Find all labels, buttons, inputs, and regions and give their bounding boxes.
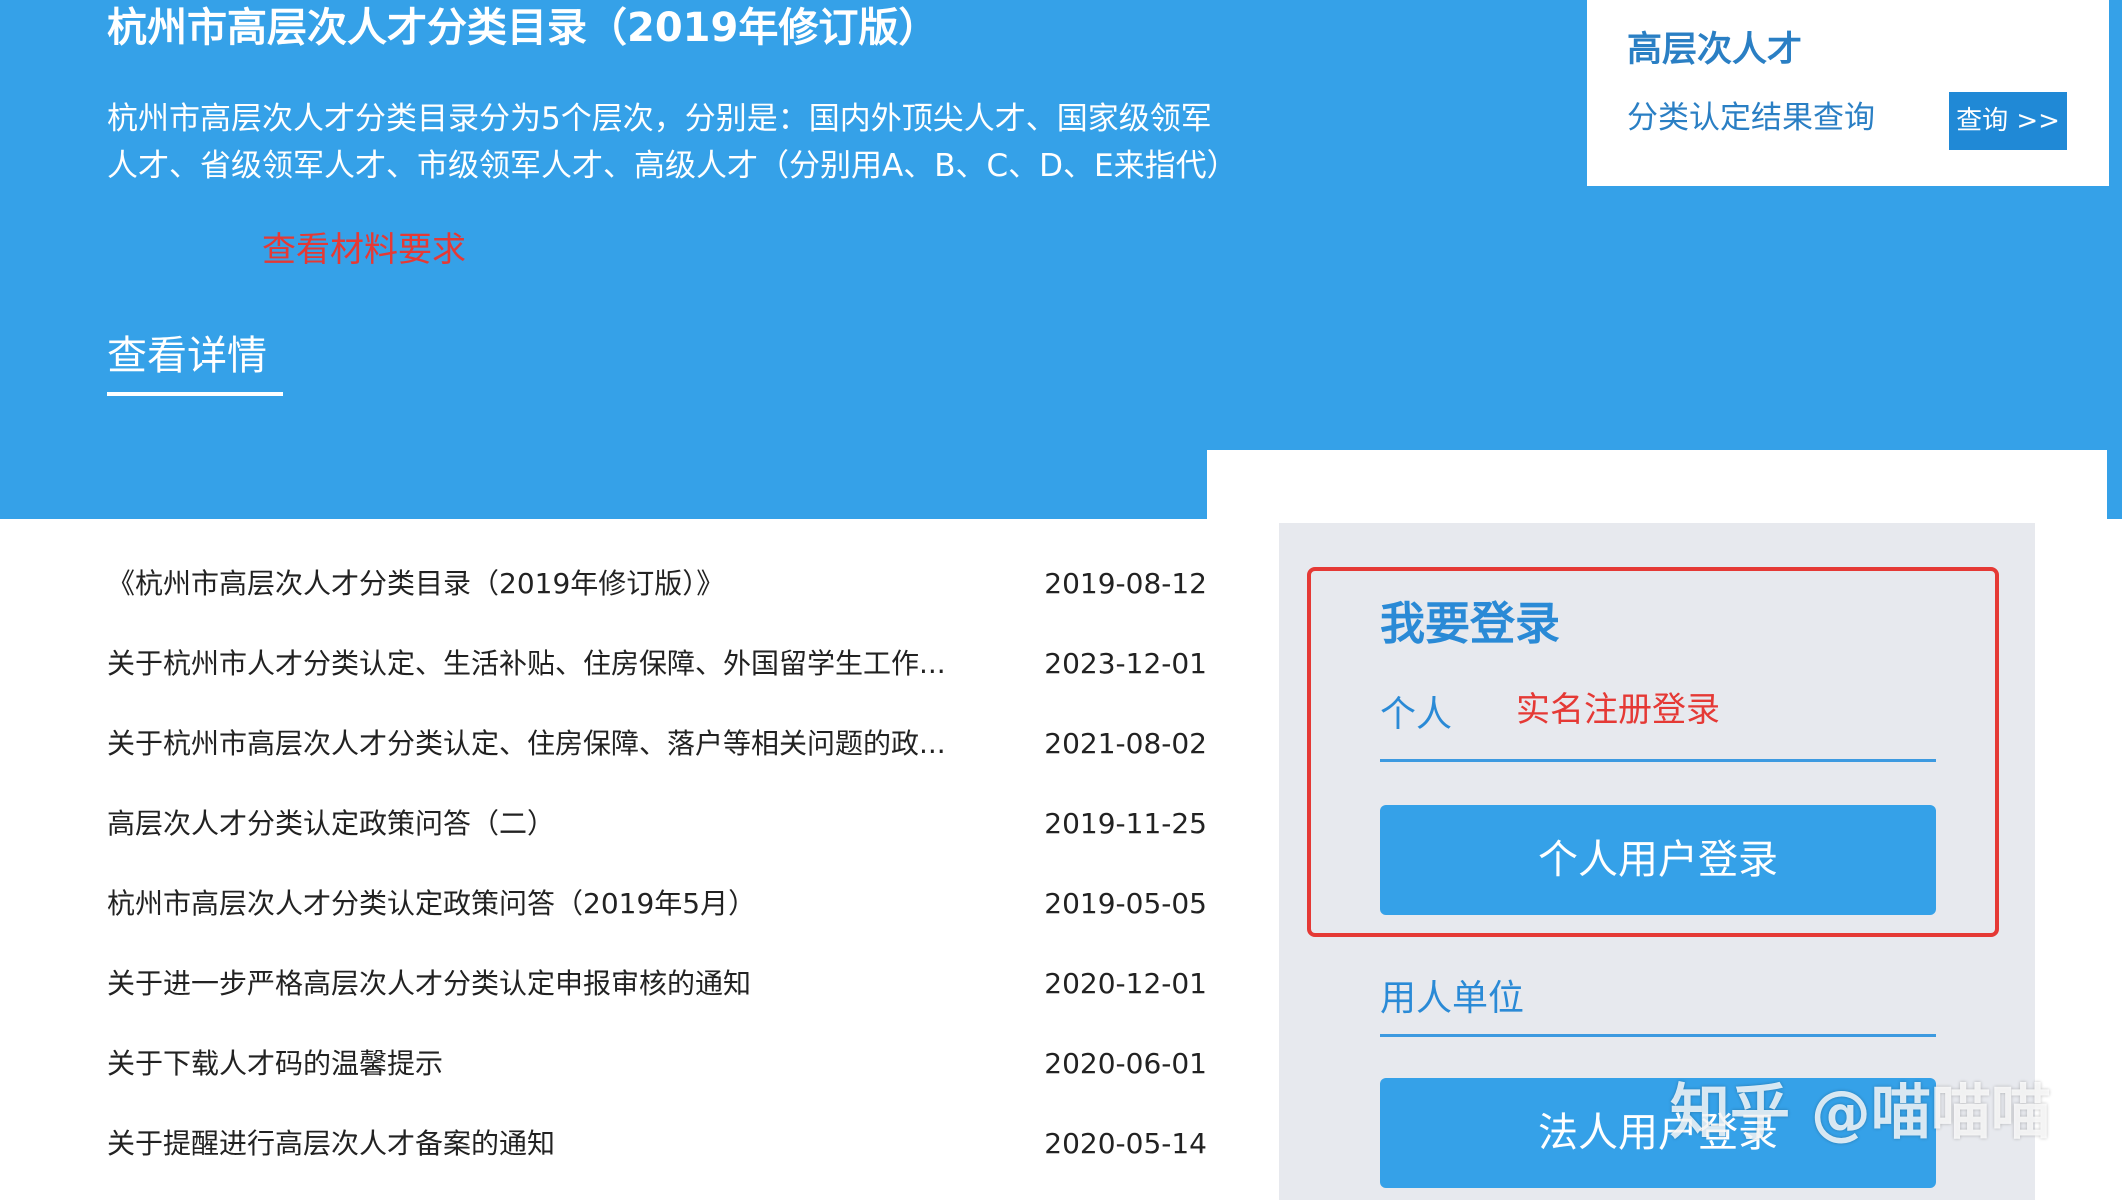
news-date: 2020-06-01	[1044, 1047, 1207, 1080]
news-date: 2021-08-02	[1044, 727, 1207, 760]
view-details-link[interactable]: 查看详情	[107, 328, 283, 396]
news-title[interactable]: 关于提醒进行高层次人才备案的通知	[107, 1112, 957, 1176]
tab-personal[interactable]: 个人	[1380, 690, 1452, 740]
zhihu-watermark: 知乎 @喵喵喵	[1670, 1078, 2051, 1148]
list-item[interactable]: 高层次人才分类认定政策问答（二） 2019-11-25	[107, 792, 1207, 872]
news-title[interactable]: 杭州市高层次人才分类认定政策问答（2019年5月）	[107, 872, 957, 936]
news-date: 2019-05-05	[1044, 887, 1207, 920]
divider	[1380, 1034, 1936, 1037]
news-date: 2019-11-25	[1044, 807, 1207, 840]
list-item[interactable]: 关于杭州市人才分类认定、生活补贴、住房保障、外国留学生工作... 2023-12…	[107, 632, 1207, 712]
list-item[interactable]: 关于进一步严格高层次人才分类认定申报审核的通知 2020-12-01	[107, 952, 1207, 1032]
list-item[interactable]: 关于杭州市高层次人才分类认定、住房保障、落户等相关问题的政... 2021-08…	[107, 712, 1207, 792]
divider	[1380, 759, 1936, 762]
tab-employer[interactable]: 用人单位	[1380, 974, 1524, 1024]
banner-notch	[1207, 450, 2107, 520]
list-item[interactable]: 《杭州市高层次人才分类目录（2019年修订版）》 2019-08-12	[107, 552, 1207, 632]
query-subtitle[interactable]: 分类认定结果查询	[1627, 96, 1875, 140]
news-date: 2020-05-14	[1044, 1127, 1207, 1160]
list-item[interactable]: 关于下载人才码的温馨提示 2020-06-01	[107, 1032, 1207, 1112]
personal-login-button[interactable]: 个人用户登录	[1380, 805, 1936, 915]
real-name-register-note: 实名注册登录	[1516, 690, 1720, 730]
result-query-box: 高层次人才 分类认定结果查询 查询 >>	[1587, 0, 2109, 186]
list-item[interactable]: 杭州市高层次人才分类认定政策问答（2019年5月） 2019-05-05	[107, 872, 1207, 952]
banner-title: 杭州市高层次人才分类目录（2019年修订版）	[107, 5, 939, 51]
news-title[interactable]: 《杭州市高层次人才分类目录（2019年修订版）》	[107, 552, 957, 616]
news-date: 2023-12-01	[1044, 647, 1207, 680]
news-title[interactable]: 关于下载人才码的温馨提示	[107, 1032, 957, 1096]
news-list: 《杭州市高层次人才分类目录（2019年修订版）》 2019-08-12 关于杭州…	[107, 552, 1207, 1192]
news-title[interactable]: 关于进一步严格高层次人才分类认定申报审核的通知	[107, 952, 957, 1016]
news-title[interactable]: 关于杭州市高层次人才分类认定、住房保障、落户等相关问题的政...	[107, 712, 957, 776]
news-title[interactable]: 高层次人才分类认定政策问答（二）	[107, 792, 957, 856]
news-date: 2019-08-12	[1044, 567, 1207, 600]
material-requirement-note: 查看材料要求	[262, 230, 466, 270]
list-item[interactable]: 关于提醒进行高层次人才备案的通知 2020-05-14	[107, 1112, 1207, 1192]
banner-description: 杭州市高层次人才分类目录分为5个层次，分别是：国内外顶尖人才、国家级领军人才、省…	[107, 101, 1238, 184]
login-title: 我要登录	[1380, 597, 1561, 650]
news-date: 2020-12-01	[1044, 967, 1207, 1000]
query-button[interactable]: 查询 >>	[1949, 92, 2067, 150]
news-title[interactable]: 关于杭州市人才分类认定、生活补贴、住房保障、外国留学生工作...	[107, 632, 957, 696]
query-title: 高层次人才	[1627, 30, 1803, 70]
